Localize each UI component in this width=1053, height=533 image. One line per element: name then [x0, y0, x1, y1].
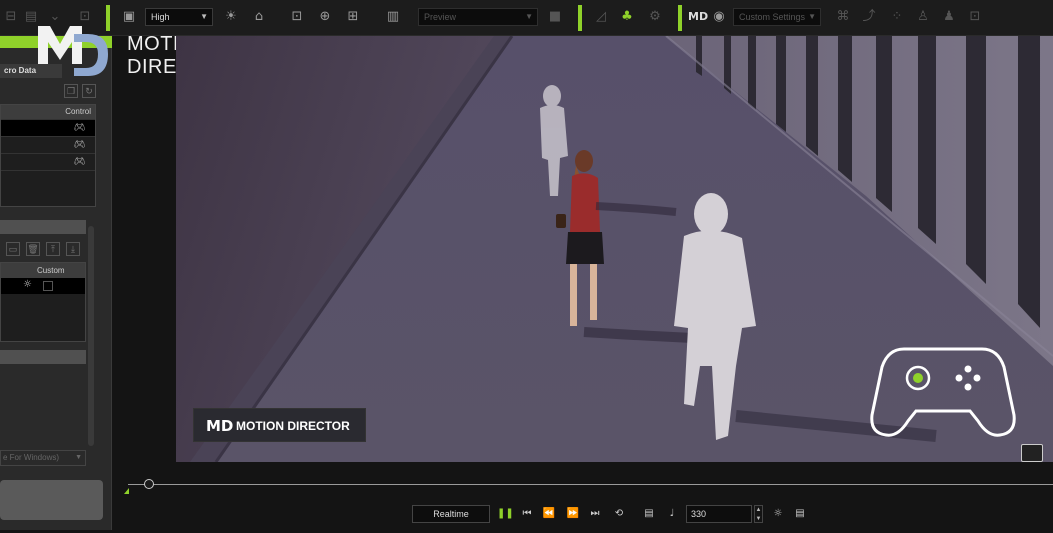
gamepad-icon: [870, 347, 1016, 437]
custom-settings-select[interactable]: Custom Settings ▼: [733, 8, 821, 26]
ik-icon[interactable]: ♣: [618, 8, 636, 26]
fast-forward-icon[interactable]: ⏩: [565, 505, 581, 523]
path-icon[interactable]: ⤴: [860, 8, 878, 26]
custom-column-header: Custom: [1, 263, 85, 278]
trash-icon[interactable]: 🗑︎: [26, 242, 40, 256]
music-note-icon[interactable]: ♩: [664, 505, 680, 523]
subtitle-icon[interactable]: ▤: [641, 505, 657, 523]
custom-settings-select-value: Custom Settings: [739, 12, 806, 22]
move-up-icon[interactable]: ⤒: [46, 242, 60, 256]
refresh-icon[interactable]: ↻: [82, 84, 96, 98]
md-logo: [38, 26, 108, 76]
rewind-icon[interactable]: ⏪: [541, 505, 557, 523]
control-table: Control 🎮︎ 🎮︎ 🎮︎: [0, 104, 96, 207]
person-icon[interactable]: ♙: [914, 8, 932, 26]
gamepad-icon: 🎮︎: [73, 139, 85, 149]
realtime-button[interactable]: Realtime: [412, 505, 490, 523]
chevron-down-icon: ▼: [808, 12, 816, 21]
folder-icon[interactable]: ▭: [6, 242, 20, 256]
copy-icon[interactable]: ❐: [64, 84, 78, 98]
frame-number-input[interactable]: 330: [686, 505, 752, 523]
quality-select-value: High: [151, 12, 170, 22]
playback-bar: Realtime ❚❚ ⏮ ⏪ ⏩ ⏭ ⟲ ▤ ♩ 330 ▲ ▼ ☼ ▤: [0, 500, 1053, 533]
home-icon[interactable]: ⌂: [250, 8, 268, 26]
chevron-down-icon: ▼: [200, 12, 208, 21]
light-icon[interactable]: ☀: [222, 8, 240, 26]
skip-end-icon[interactable]: ⏭: [587, 505, 603, 523]
export-icon[interactable]: ⊡: [966, 8, 984, 26]
control-column-header: Control: [1, 105, 95, 119]
preview-select[interactable]: Preview ▼: [418, 8, 538, 26]
viewport-chat-icon[interactable]: [1021, 444, 1043, 462]
group-icon[interactable]: ♟: [940, 8, 958, 26]
section-header[interactable]: [0, 350, 86, 364]
quality-select[interactable]: High ▼: [145, 8, 213, 26]
section-header[interactable]: [0, 220, 86, 234]
table-row[interactable]: ☼: [1, 278, 85, 294]
badge-text: MOTION DIRECTOR: [236, 419, 350, 433]
table-row[interactable]: 🎮︎: [1, 119, 95, 136]
timeline-track[interactable]: [128, 484, 1053, 485]
toolbar-icon-1[interactable]: ⊟: [2, 8, 20, 26]
device-combo[interactable]: e For Windows) ▼: [0, 450, 86, 466]
gamepad-icon: 🎮︎: [73, 122, 85, 132]
fit-icon[interactable]: ⊞: [344, 8, 362, 26]
badge-mark: MD: [206, 417, 234, 435]
chevron-down-icon: ▼: [525, 12, 533, 21]
app-window: ⊟ ▤ ⌄ ⊡ ▣ High ▼ ☀ ⌂ ⊡ ⊕ ⊞ ▥ Preview ▼ ■…: [0, 0, 1053, 533]
left-panel: cro Data ❐ ↻ Control 🎮︎ 🎮︎ 🎮︎ ▭ 🗑︎ ⤒ ⤓ C…: [0, 36, 112, 530]
custom-table: Custom ☼: [0, 262, 86, 342]
camera-icon[interactable]: ■: [546, 8, 564, 26]
mesh-icon[interactable]: ⚙: [646, 8, 664, 26]
frame-icon[interactable]: ⊡: [288, 8, 306, 26]
checkbox[interactable]: [43, 281, 53, 291]
md-logo-icon[interactable]: MD: [688, 8, 708, 26]
table-row[interactable]: 🎮︎: [1, 153, 95, 170]
skip-start-icon[interactable]: ⏮: [519, 505, 535, 523]
layers-icon[interactable]: ▥: [384, 8, 402, 26]
gizmo-icon[interactable]: ◿: [592, 8, 610, 26]
table-row[interactable]: 🎮︎: [1, 136, 95, 153]
pause-icon[interactable]: ❚❚: [497, 505, 514, 523]
table-empty-area: [1, 170, 95, 206]
chevron-down-icon: ▼: [75, 454, 82, 461]
viewport-icon[interactable]: ▣: [120, 8, 138, 26]
motion-director-badge: MD MOTION DIRECTOR: [193, 408, 366, 442]
settings-gear-icon[interactable]: ☼: [770, 505, 786, 523]
timeline-playhead[interactable]: [144, 479, 154, 489]
panel-icon[interactable]: ▤: [792, 505, 808, 523]
panel-scrollbar[interactable]: [88, 226, 94, 446]
toolbar-separator: [578, 5, 582, 31]
points-icon[interactable]: ⁘: [888, 8, 906, 26]
preview-select-value: Preview: [424, 12, 457, 22]
main-toolbar: ⊟ ▤ ⌄ ⊡ ▣ High ▼ ☀ ⌂ ⊡ ⊕ ⊞ ▥ Preview ▼ ■…: [0, 0, 1053, 36]
record-icon[interactable]: ◉: [710, 8, 728, 26]
3d-viewport[interactable]: MD MOTION DIRECTOR: [176, 36, 1053, 462]
gamepad-icon[interactable]: ⌘: [834, 8, 852, 26]
loop-icon[interactable]: ⟲: [611, 505, 627, 523]
device-combo-value: e For Windows): [3, 453, 60, 462]
move-icon[interactable]: ⊕: [316, 8, 334, 26]
timeline-start-marker: [124, 488, 129, 494]
move-down-icon[interactable]: ⤓: [66, 242, 80, 256]
timeline[interactable]: [120, 470, 1053, 500]
frame-stepper[interactable]: ▲ ▼: [754, 505, 763, 523]
sun-icon[interactable]: ☼: [23, 279, 32, 290]
toolbar-separator: [678, 5, 682, 31]
gamepad-icon: 🎮︎: [73, 156, 85, 166]
